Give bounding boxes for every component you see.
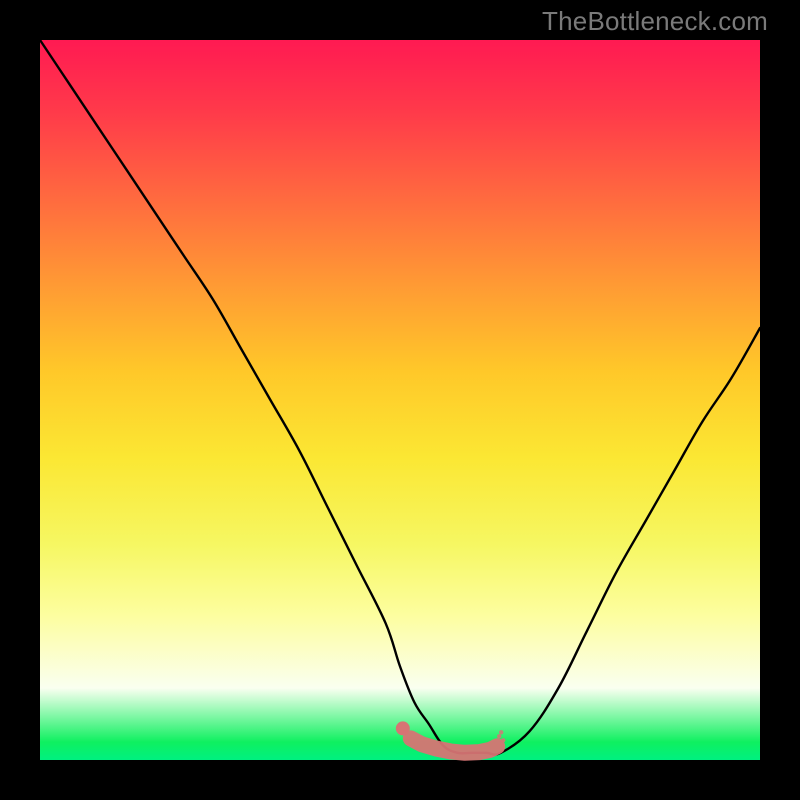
highlight-speckle: [499, 730, 503, 734]
plot-area: [40, 40, 760, 760]
highlight-strip: [411, 738, 497, 752]
watermark-text: TheBottleneck.com: [542, 6, 768, 37]
highlight-speckle: [497, 734, 501, 738]
bottleneck-curve: [40, 40, 760, 755]
highlight-lead-dot: [396, 721, 410, 735]
highlight-segment: [396, 721, 506, 752]
highlight-speckle: [501, 738, 505, 742]
curve-layer: [40, 40, 760, 760]
chart-frame: TheBottleneck.com: [0, 0, 800, 800]
